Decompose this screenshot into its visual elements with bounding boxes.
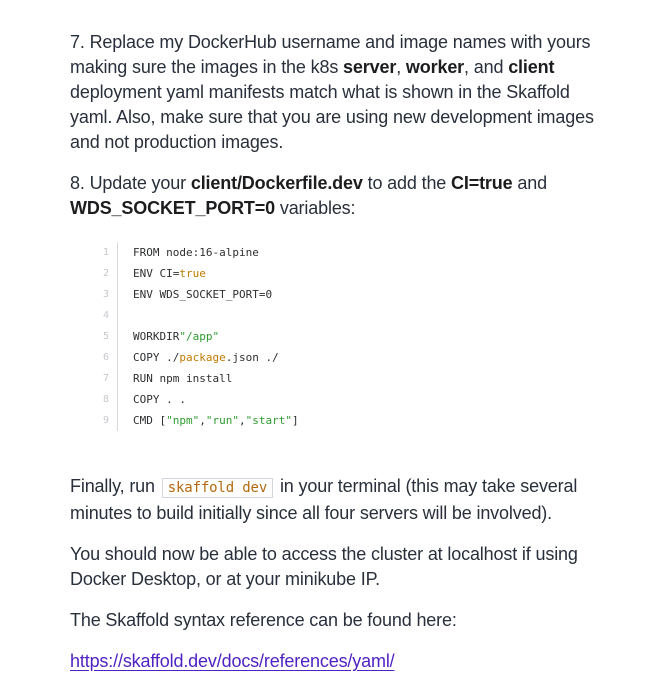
- code-text: CMD [: [133, 414, 167, 427]
- step-8-ci-var: CI=true: [451, 173, 513, 193]
- step-7-client: client: [508, 57, 555, 77]
- code-text: COPY ./: [133, 351, 180, 364]
- code-keyword: true: [179, 267, 206, 280]
- step-8-text-end: variables:: [275, 198, 356, 218]
- step-7-server: server: [343, 57, 397, 77]
- code-text: ,: [199, 414, 206, 427]
- code-line: 4: [96, 305, 556, 326]
- code-text: FROM node:16-alpine: [133, 246, 259, 259]
- skaffold-reference-link[interactable]: https://skaffold.dev/docs/references/yam…: [70, 651, 395, 671]
- code-string: "run": [205, 414, 239, 427]
- line-number: 8: [96, 389, 118, 410]
- step-8-text-3: and: [512, 173, 547, 193]
- line-number: 3: [96, 284, 118, 305]
- line-number: 1: [96, 242, 118, 263]
- reference-paragraph: The Skaffold syntax reference can be fou…: [70, 610, 457, 630]
- code-line: 9 CMD ["npm", "run", "start"]: [96, 410, 556, 431]
- step-7-sep-2: , and: [464, 57, 509, 77]
- code-text: ,: [239, 414, 246, 427]
- step-8-wds-var: WDS_SOCKET_PORT=0: [70, 198, 275, 218]
- code-text: .json ./: [225, 351, 279, 364]
- code-line: 3 ENV WDS_SOCKET_PORT=0: [96, 284, 556, 305]
- line-number: 6: [96, 347, 118, 368]
- step-7-text-end: deployment yaml manifests match what is …: [70, 82, 594, 152]
- step-8-text: 8. Update your: [70, 173, 191, 193]
- finally-text: Finally, run: [70, 476, 160, 496]
- inline-code-skaffold-dev: skaffold dev: [161, 478, 274, 498]
- code-line: 2 ENV CI= true: [96, 263, 556, 284]
- code-line: 8 COPY . .: [96, 389, 556, 410]
- code-line: 6 COPY ./package .json ./: [96, 347, 556, 368]
- code-line: 5 WORKDIR "/app": [96, 326, 556, 347]
- code-text: RUN npm install: [133, 372, 233, 385]
- step-8-text-2: to add the: [362, 173, 452, 193]
- code-block[interactable]: 1 FROM node:16-alpine 2 ENV CI= true 3 ENV W…: [96, 242, 556, 431]
- finally-paragraph: Finally, run skaffold dev in your termin…: [70, 474, 610, 526]
- step-8-paragraph: 8. Update your client/Dockerfile.dev to …: [70, 171, 610, 221]
- code-keyword: package: [179, 351, 226, 364]
- code-line: 7 RUN npm install: [96, 368, 556, 389]
- line-number: 5: [96, 326, 118, 347]
- access-paragraph: You should now be able to access the clu…: [70, 544, 578, 589]
- code-string: "/app": [179, 330, 220, 343]
- code-text: WORKDIR: [133, 330, 180, 343]
- article-content: 7. Replace my DockerHub username and ima…: [70, 30, 610, 674]
- code-string: "start": [245, 414, 292, 427]
- reference-link-paragraph: https://skaffold.dev/docs/references/yam…: [70, 649, 610, 674]
- code-line: 1 FROM node:16-alpine: [96, 242, 556, 263]
- code-string: "npm": [166, 414, 200, 427]
- code-text: ]: [291, 414, 299, 427]
- step-8-dockerfile: client/Dockerfile.dev: [190, 173, 363, 193]
- code-text: ENV CI=: [133, 267, 180, 280]
- code-text: COPY . .: [133, 393, 186, 406]
- line-number: 7: [96, 368, 118, 389]
- step-7-paragraph: 7. Replace my DockerHub username and ima…: [70, 30, 610, 155]
- code-text: ENV WDS_SOCKET_PORT=0: [133, 288, 273, 301]
- step-7-sep-1: ,: [396, 57, 406, 77]
- line-number: 4: [96, 305, 118, 326]
- line-number: 2: [96, 263, 118, 284]
- step-7-worker: worker: [405, 57, 465, 77]
- line-number: 9: [96, 410, 118, 431]
